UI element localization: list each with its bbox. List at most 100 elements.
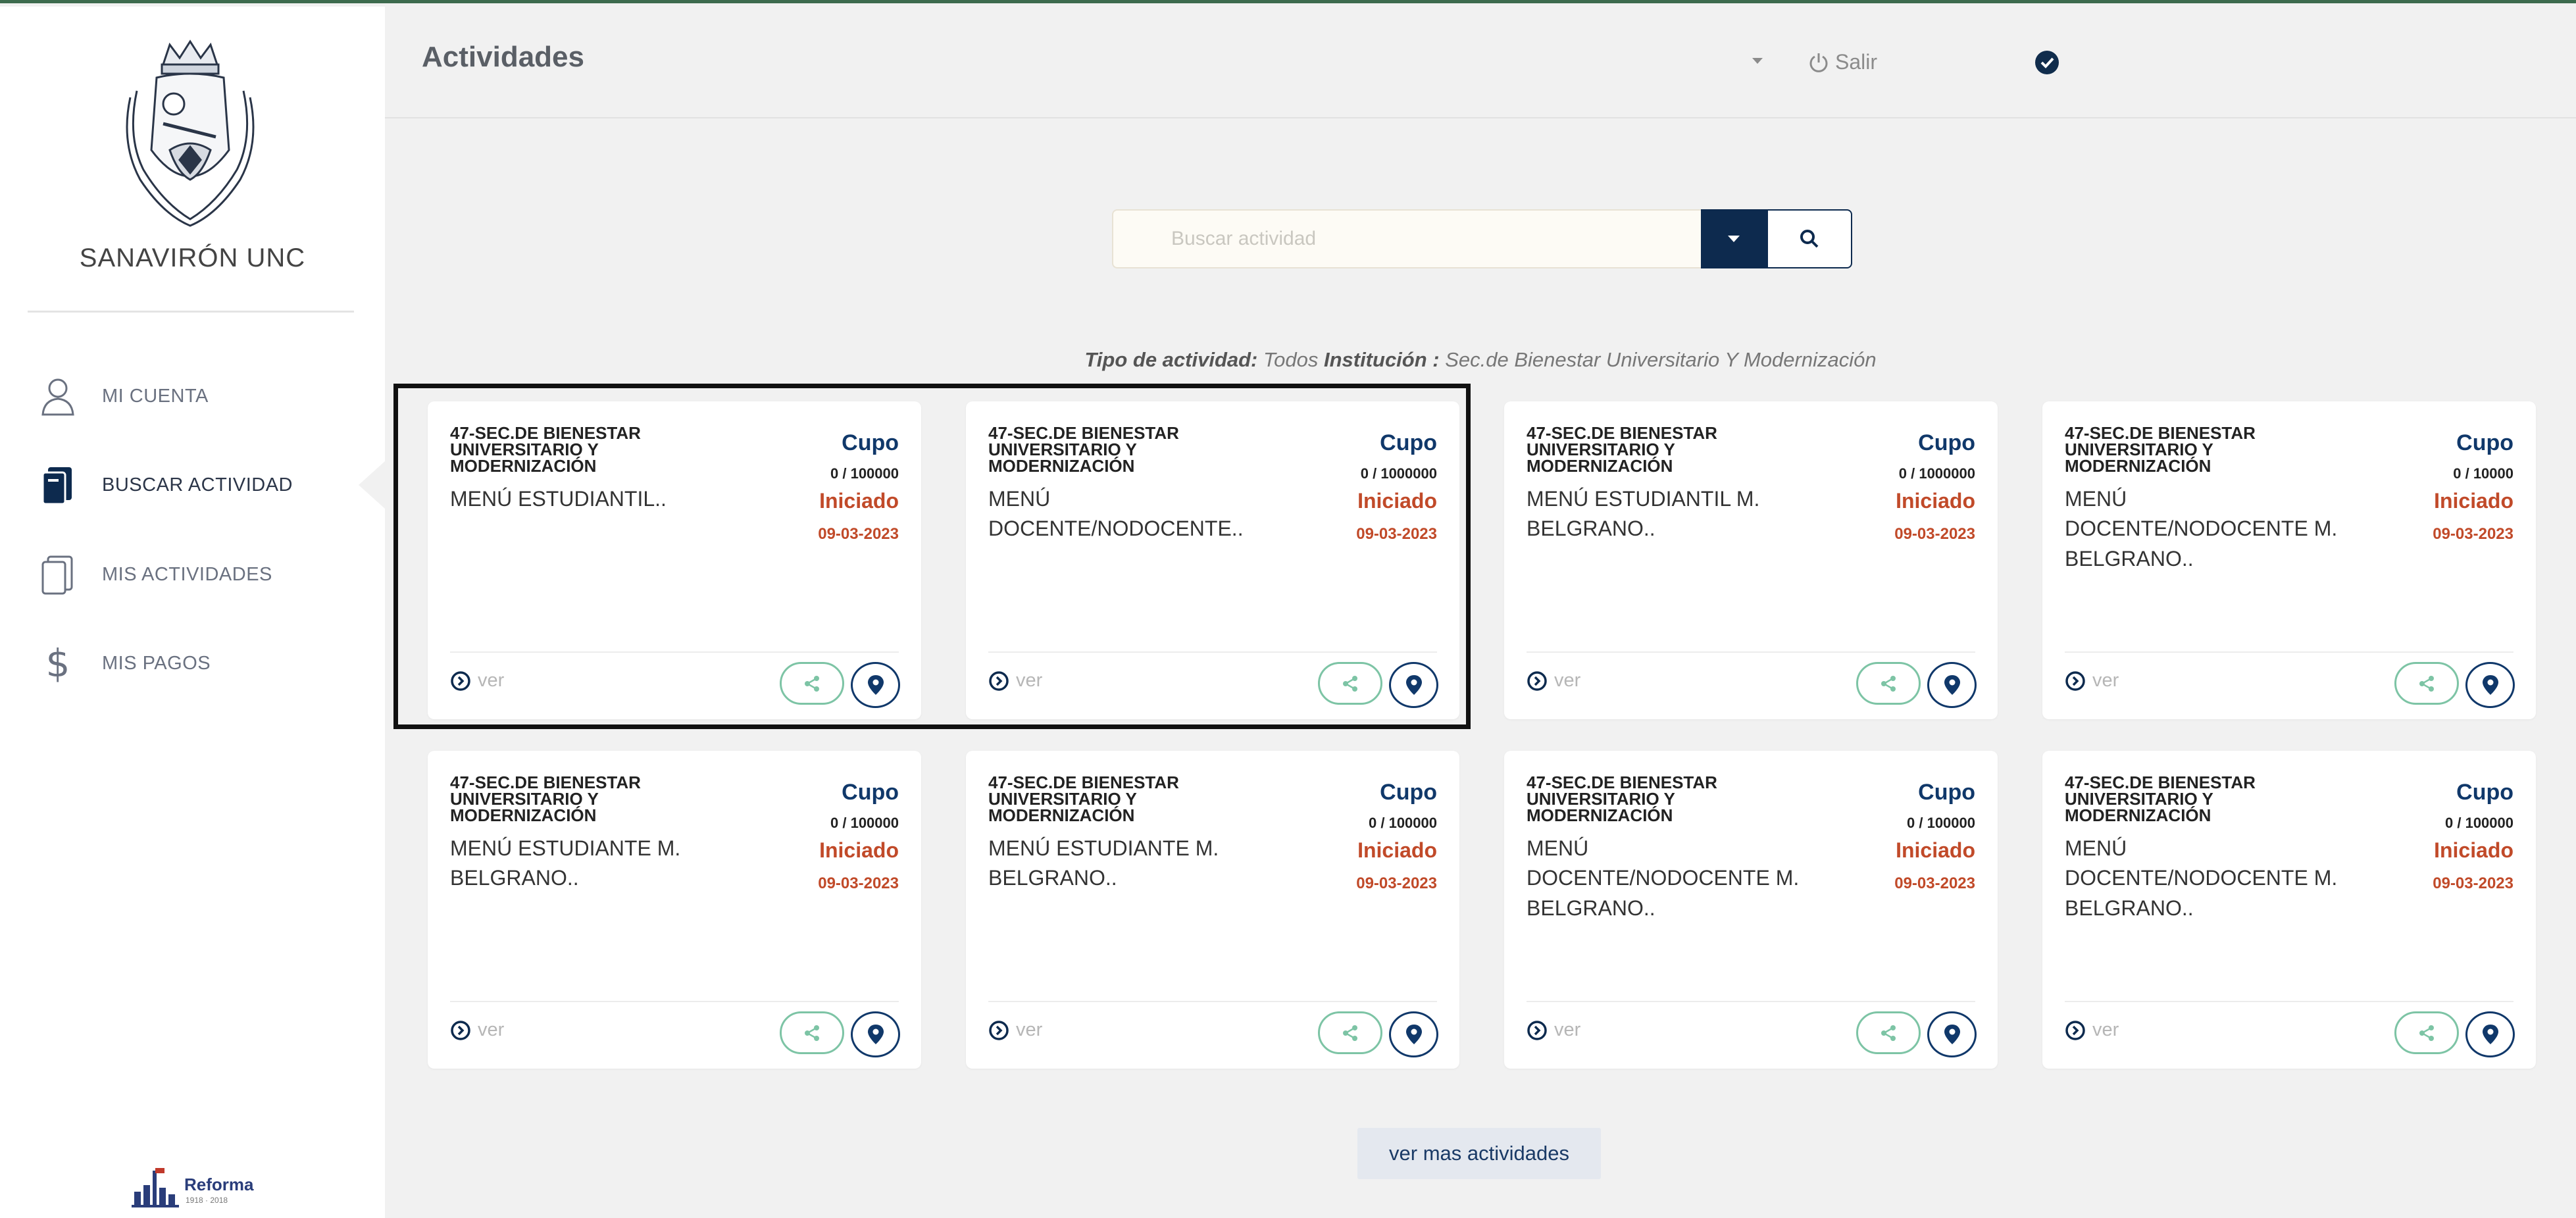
sidebar-item-mis-pagos[interactable]: $ MIS PAGOS bbox=[0, 627, 385, 699]
card-view-link[interactable]: ver bbox=[450, 670, 504, 692]
search-icon bbox=[1800, 230, 1819, 248]
load-more-button[interactable]: ver mas actividades bbox=[1357, 1128, 1601, 1179]
chevron-circle-icon bbox=[2065, 671, 2085, 691]
share-button[interactable] bbox=[780, 1011, 844, 1054]
map-pin-icon bbox=[867, 675, 884, 695]
card-title: MENÚ ESTUDIANTIL.. bbox=[450, 487, 667, 511]
card-date: 09-03-2023 bbox=[2433, 875, 2513, 892]
card-cupo-label: Cupo bbox=[2456, 780, 2513, 805]
search-input[interactable] bbox=[1112, 209, 1701, 268]
card-view-link[interactable]: ver bbox=[1527, 1019, 1580, 1041]
card-view-link[interactable]: ver bbox=[1527, 670, 1580, 692]
card-date: 09-03-2023 bbox=[818, 875, 899, 892]
card-view-link[interactable]: ver bbox=[2065, 1019, 2119, 1041]
search-button[interactable] bbox=[1767, 209, 1852, 268]
card-title: MENÚ DOCENTE/NODOCENTE M. BELGRANO.. bbox=[2065, 836, 2338, 920]
power-icon bbox=[1809, 53, 1828, 72]
location-button[interactable] bbox=[851, 1011, 900, 1057]
page-title: Actividades bbox=[422, 41, 584, 73]
location-button[interactable] bbox=[2465, 662, 2515, 708]
search-filter-dropdown[interactable] bbox=[1701, 209, 1767, 268]
card-institution: 47-SEC.DE BIENESTAR UNIVERSITARIO Y MODE… bbox=[450, 423, 641, 476]
share-icon bbox=[1881, 1025, 1896, 1041]
map-pin-icon bbox=[1405, 675, 1422, 695]
card-divider bbox=[988, 651, 1437, 653]
card-view-label: ver bbox=[2092, 1019, 2119, 1040]
sidebar-item-mi-cuenta[interactable]: MI CUENTA bbox=[0, 360, 385, 432]
map-pin-icon bbox=[867, 1025, 884, 1044]
share-icon bbox=[805, 675, 819, 692]
card-view-link[interactable]: ver bbox=[988, 670, 1042, 692]
activity-card[interactable]: 47-SEC.DE BIENESTAR UNIVERSITARIO Y MODE… bbox=[428, 401, 921, 719]
share-button[interactable] bbox=[1856, 1011, 1921, 1054]
dollar-icon: $ bbox=[45, 641, 70, 686]
card-cupo-value: 0 / 100000 bbox=[830, 815, 899, 831]
sidebar: SANAVIRÓN UNC MI CUENTA BUSCAR ACTIVIDAD… bbox=[0, 7, 385, 1218]
card-title: MENÚ DOCENTE/NODOCENTE M. BELGRANO.. bbox=[1527, 836, 1800, 920]
card-divider bbox=[450, 1001, 899, 1002]
user-menu-caret-icon[interactable] bbox=[1752, 58, 1763, 64]
share-button[interactable] bbox=[780, 662, 844, 705]
share-icon bbox=[805, 1025, 819, 1041]
card-cupo-value: 0 / 100000 bbox=[1369, 815, 1437, 831]
brand-name: SANAVIRÓN UNC bbox=[79, 243, 306, 272]
share-icon bbox=[1881, 675, 1896, 692]
card-cupo-label: Cupo bbox=[1918, 780, 1975, 805]
share-button[interactable] bbox=[1318, 662, 1382, 705]
card-divider bbox=[988, 1001, 1437, 1002]
map-pin-icon bbox=[1944, 1025, 1960, 1044]
sidebar-item-buscar-actividad[interactable]: BUSCAR ACTIVIDAD bbox=[0, 449, 385, 521]
location-button[interactable] bbox=[1389, 662, 1438, 708]
card-cupo-label: Cupo bbox=[842, 780, 899, 805]
card-cupo-label: Cupo bbox=[1918, 430, 1975, 455]
card-institution: 47-SEC.DE BIENESTAR UNIVERSITARIO Y MODE… bbox=[988, 773, 1179, 825]
card-date: 09-03-2023 bbox=[1894, 875, 1975, 892]
card-date: 09-03-2023 bbox=[1894, 525, 1975, 543]
filter-institution-label: Institución : bbox=[1323, 348, 1440, 371]
card-cupo-value: 0 / 100000 bbox=[1907, 815, 1975, 831]
activity-card[interactable]: 47-SEC.DE BIENESTAR UNIVERSITARIO Y MODE… bbox=[428, 751, 921, 1069]
card-date: 09-03-2023 bbox=[818, 525, 899, 543]
location-button[interactable] bbox=[851, 662, 900, 708]
chevron-circle-icon bbox=[989, 1020, 1009, 1040]
location-button[interactable] bbox=[1927, 662, 1977, 708]
card-cupo-label: Cupo bbox=[842, 430, 899, 455]
activity-card[interactable]: 47-SEC.DE BIENESTAR UNIVERSITARIO Y MODE… bbox=[1504, 401, 1998, 719]
document-search-icon bbox=[38, 464, 78, 506]
active-indicator bbox=[359, 461, 385, 509]
activity-card[interactable]: 47-SEC.DE BIENESTAR UNIVERSITARIO Y MODE… bbox=[1504, 751, 1998, 1069]
share-button[interactable] bbox=[2394, 662, 2459, 705]
activity-card[interactable]: 47-SEC.DE BIENESTAR UNIVERSITARIO Y MODE… bbox=[2042, 751, 2536, 1069]
card-institution: 47-SEC.DE BIENESTAR UNIVERSITARIO Y MODE… bbox=[2065, 773, 2256, 825]
card-institution: 47-SEC.DE BIENESTAR UNIVERSITARIO Y MODE… bbox=[450, 773, 641, 825]
card-view-link[interactable]: ver bbox=[450, 1019, 504, 1041]
sidebar-item-label: MIS PAGOS bbox=[102, 652, 211, 674]
map-pin-icon bbox=[2482, 675, 2498, 695]
share-button[interactable] bbox=[1856, 662, 1921, 705]
card-view-link[interactable]: ver bbox=[2065, 670, 2119, 692]
chevron-circle-icon bbox=[989, 671, 1009, 691]
logout-button[interactable]: Salir bbox=[1807, 50, 1877, 74]
activity-card[interactable]: 47-SEC.DE BIENESTAR UNIVERSITARIO Y MODE… bbox=[2042, 401, 2536, 719]
location-button[interactable] bbox=[2465, 1011, 2515, 1057]
share-button[interactable] bbox=[2394, 1011, 2459, 1054]
map-pin-icon bbox=[1944, 675, 1960, 695]
activity-card[interactable]: 47-SEC.DE BIENESTAR UNIVERSITARIO Y MODE… bbox=[966, 751, 1459, 1069]
card-title: MENÚ ESTUDIANTE M. BELGRANO.. bbox=[988, 836, 1219, 890]
card-cupo-label: Cupo bbox=[1380, 780, 1437, 805]
reforma-logo-years: 1918 · 2018 bbox=[186, 1196, 228, 1205]
card-status: Iniciado bbox=[2434, 489, 2513, 513]
location-button[interactable] bbox=[1389, 1011, 1438, 1057]
activity-card[interactable]: 47-SEC.DE BIENESTAR UNIVERSITARIO Y MODE… bbox=[966, 401, 1459, 719]
sidebar-item-mis-actividades[interactable]: MIS ACTIVIDADES bbox=[0, 538, 385, 611]
card-view-link[interactable]: ver bbox=[988, 1019, 1042, 1041]
location-button[interactable] bbox=[1927, 1011, 1977, 1057]
card-institution: 47-SEC.DE BIENESTAR UNIVERSITARIO Y MODE… bbox=[2065, 423, 2256, 476]
share-button[interactable] bbox=[1318, 1011, 1382, 1054]
card-date: 09-03-2023 bbox=[1356, 875, 1437, 892]
documents-icon bbox=[38, 553, 78, 596]
card-cupo-value: 0 / 10000 bbox=[2453, 465, 2513, 482]
card-divider bbox=[1527, 1001, 1975, 1002]
sidebar-item-label: MIS ACTIVIDADES bbox=[102, 563, 272, 585]
caret-down-icon bbox=[1728, 236, 1740, 242]
